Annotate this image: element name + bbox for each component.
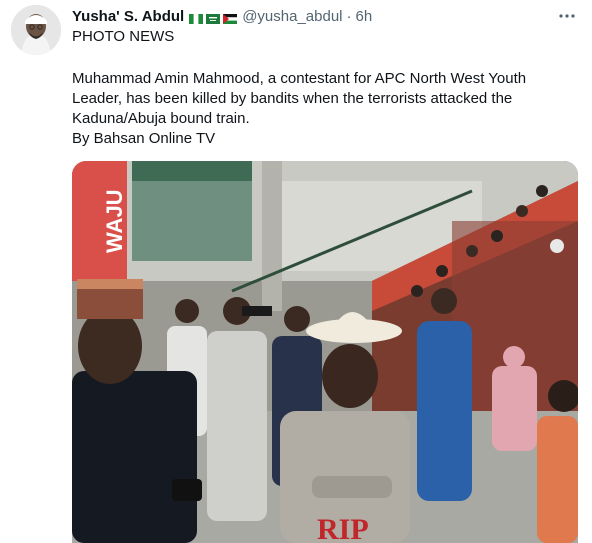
tweet-text-line: Kaduna/Abuja bound train. (72, 110, 250, 127)
nigeria-flag-icon (189, 11, 204, 24)
avatar[interactable] (11, 5, 61, 55)
separator: · (346, 7, 352, 25)
saudi-arabia-flag-icon (206, 11, 221, 24)
author-name[interactable]: Yusha' S. Abdul (72, 8, 184, 25)
more-horizontal-icon[interactable] (558, 6, 576, 24)
tweet-text-line: Muhammad Amin Mahmood, a contestant for … (72, 70, 527, 87)
tweet-time[interactable]: 6h (356, 8, 373, 25)
tweet-text-line: By Bahsan Online TV (72, 130, 216, 147)
tweet-heading: PHOTO NEWS (72, 28, 175, 45)
tweet-header: Yusha' S. Abdul @yusha_abdul · 6h (72, 6, 372, 26)
palestine-flag-icon (223, 11, 238, 24)
tweet-photo[interactable]: WAJU RIP (72, 161, 578, 543)
tweet[interactable]: Yusha' S. Abdul @yusha_abdul · 6h PHOTO … (0, 0, 592, 543)
author-handle[interactable]: @yusha_abdul (242, 8, 342, 25)
tweet-text-line: Leader, has been killed by bandits when … (72, 90, 513, 107)
shirt-text: RIP (317, 513, 369, 543)
banner-text: WAJU (102, 189, 127, 253)
tweet-text: Muhammad Amin Mahmood, a contestant for … (72, 69, 572, 149)
